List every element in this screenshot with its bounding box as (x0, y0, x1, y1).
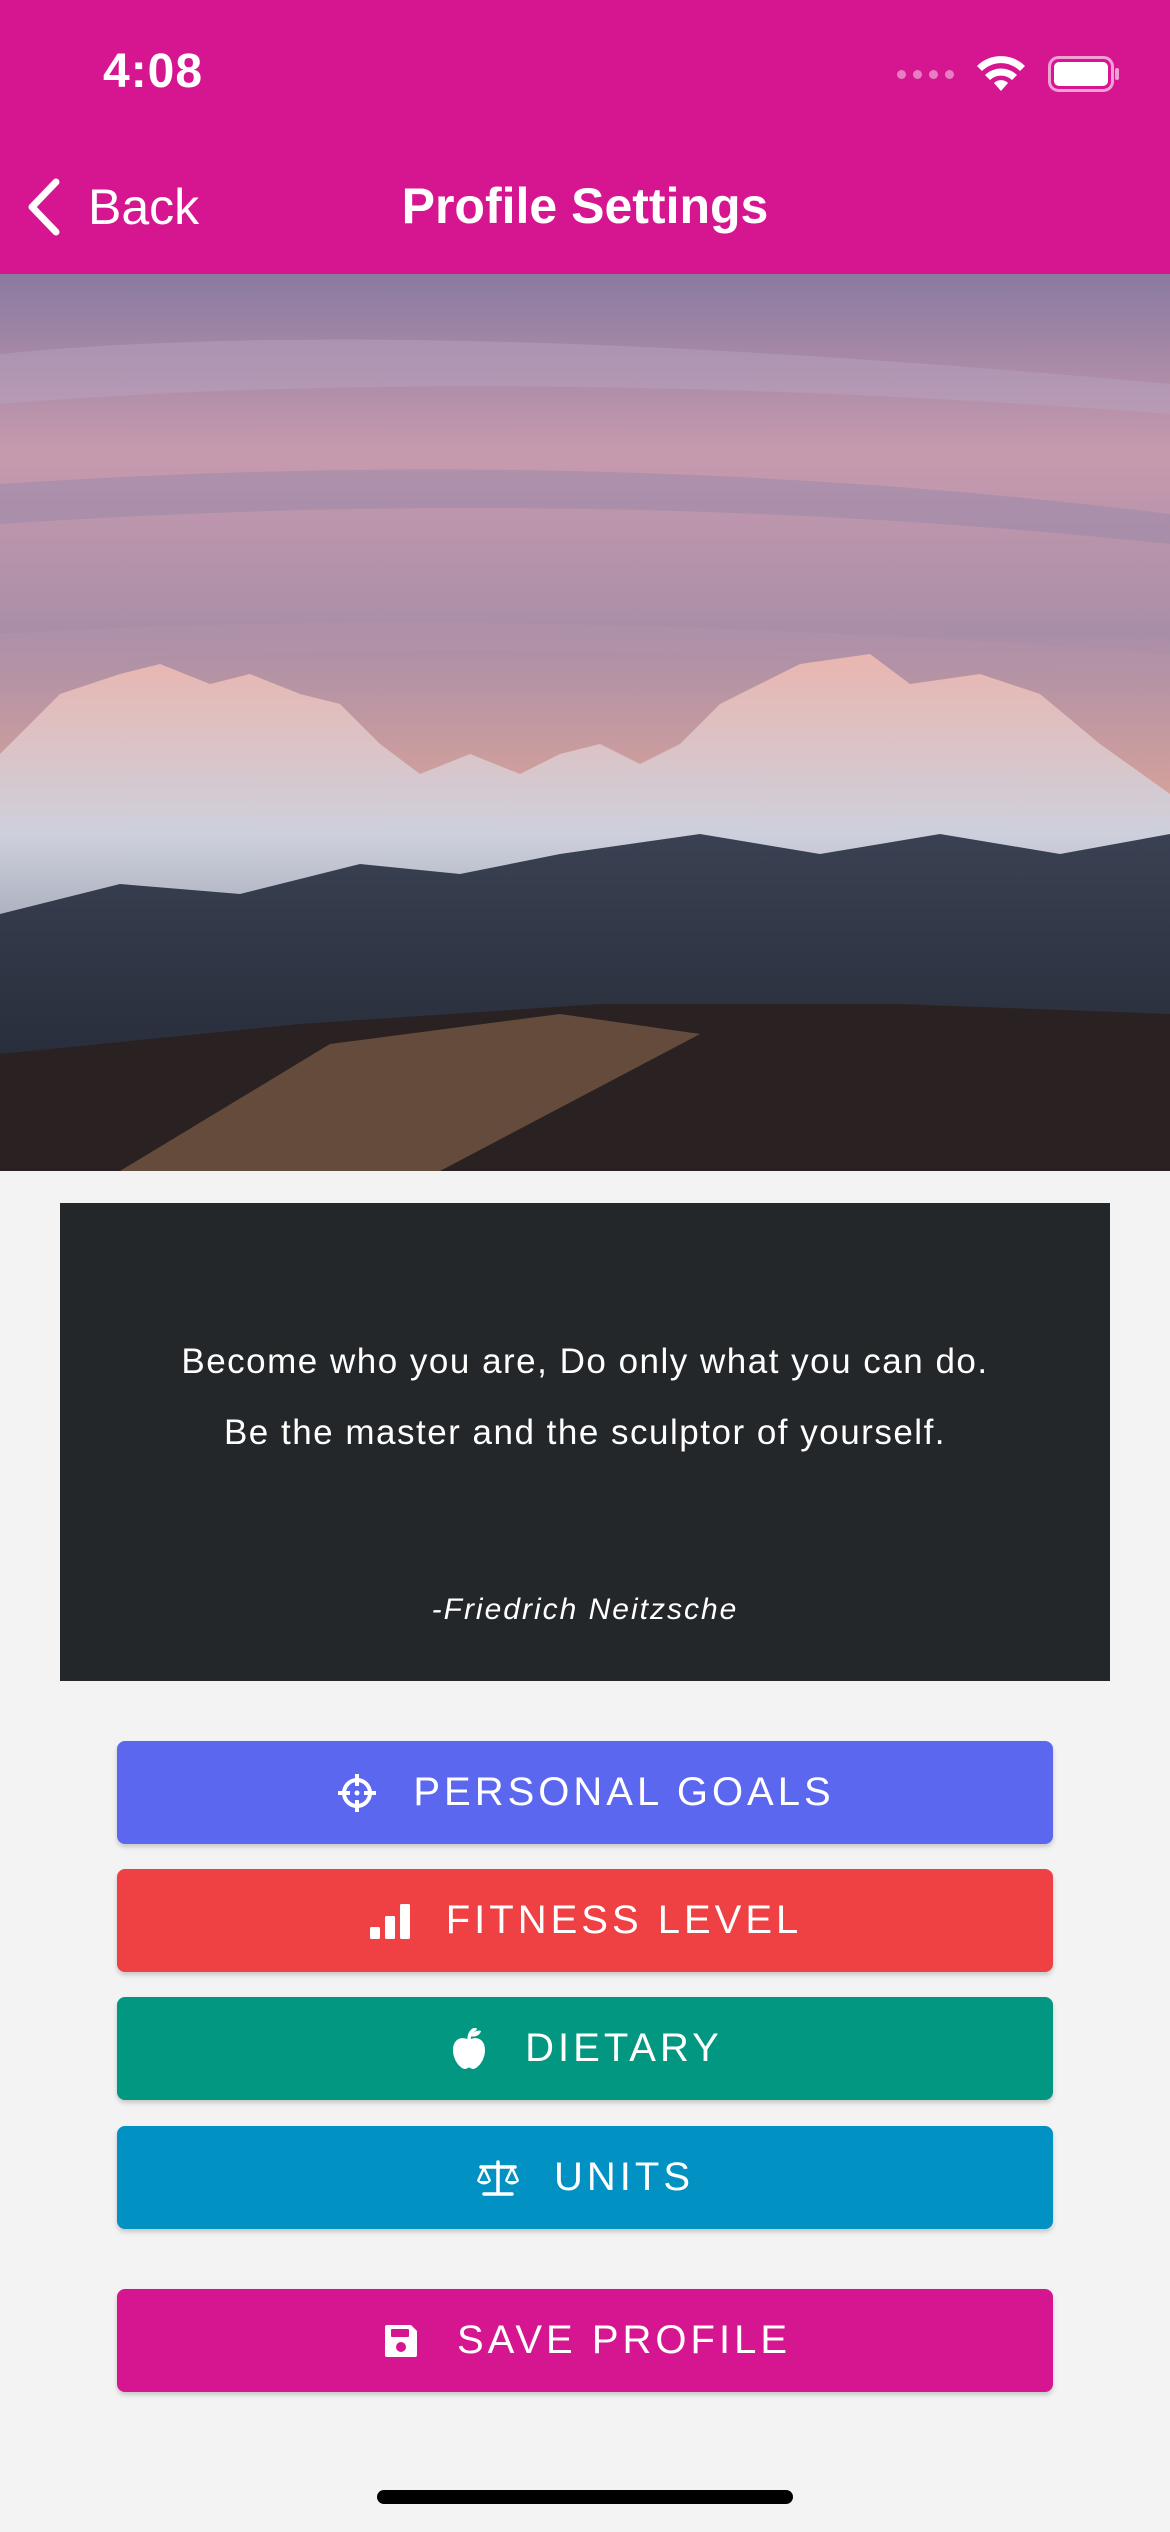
save-profile-button[interactable]: SAVE PROFILE (117, 2289, 1053, 2392)
status-time: 4:08 (103, 45, 204, 98)
status-icons (897, 52, 1120, 96)
mountain-hero-image (0, 274, 1170, 1171)
personal-goals-button[interactable]: PERSONAL GOALS (117, 1741, 1053, 1844)
fitness-level-button[interactable]: FITNESS LEVEL (117, 1869, 1053, 1972)
home-indicator[interactable] (377, 2490, 793, 2504)
apple-icon (447, 2027, 491, 2071)
app-header: 4:08 Back Profile Settings (0, 0, 1170, 274)
crosshair-icon (335, 1771, 379, 1815)
save-profile-label: SAVE PROFILE (456, 2318, 791, 2362)
quote-author: -Friedrich Neitzsche (431, 1593, 739, 1626)
balance-scale-icon (476, 2156, 520, 2200)
personal-goals-label: PERSONAL GOALS (413, 1770, 835, 1814)
quote-text: Become who you are, Do only what you can… (181, 1342, 989, 1452)
quote-card: Become who you are, Do only what you can… (60, 1203, 1110, 1681)
signal-bars-icon (368, 1899, 412, 1943)
dietary-label: DIETARY (525, 2026, 723, 2070)
units-label: UNITS (554, 2155, 694, 2199)
battery-icon (1048, 56, 1119, 92)
fitness-level-label: FITNESS LEVEL (445, 1898, 803, 1942)
cellular-signal-icon (897, 69, 954, 79)
wifi-icon (977, 56, 1025, 91)
floppy-disk-icon (379, 2319, 423, 2363)
page-title: Profile Settings (401, 178, 769, 234)
dietary-button[interactable]: DIETARY (117, 1997, 1053, 2100)
units-button[interactable]: UNITS (117, 2126, 1053, 2229)
